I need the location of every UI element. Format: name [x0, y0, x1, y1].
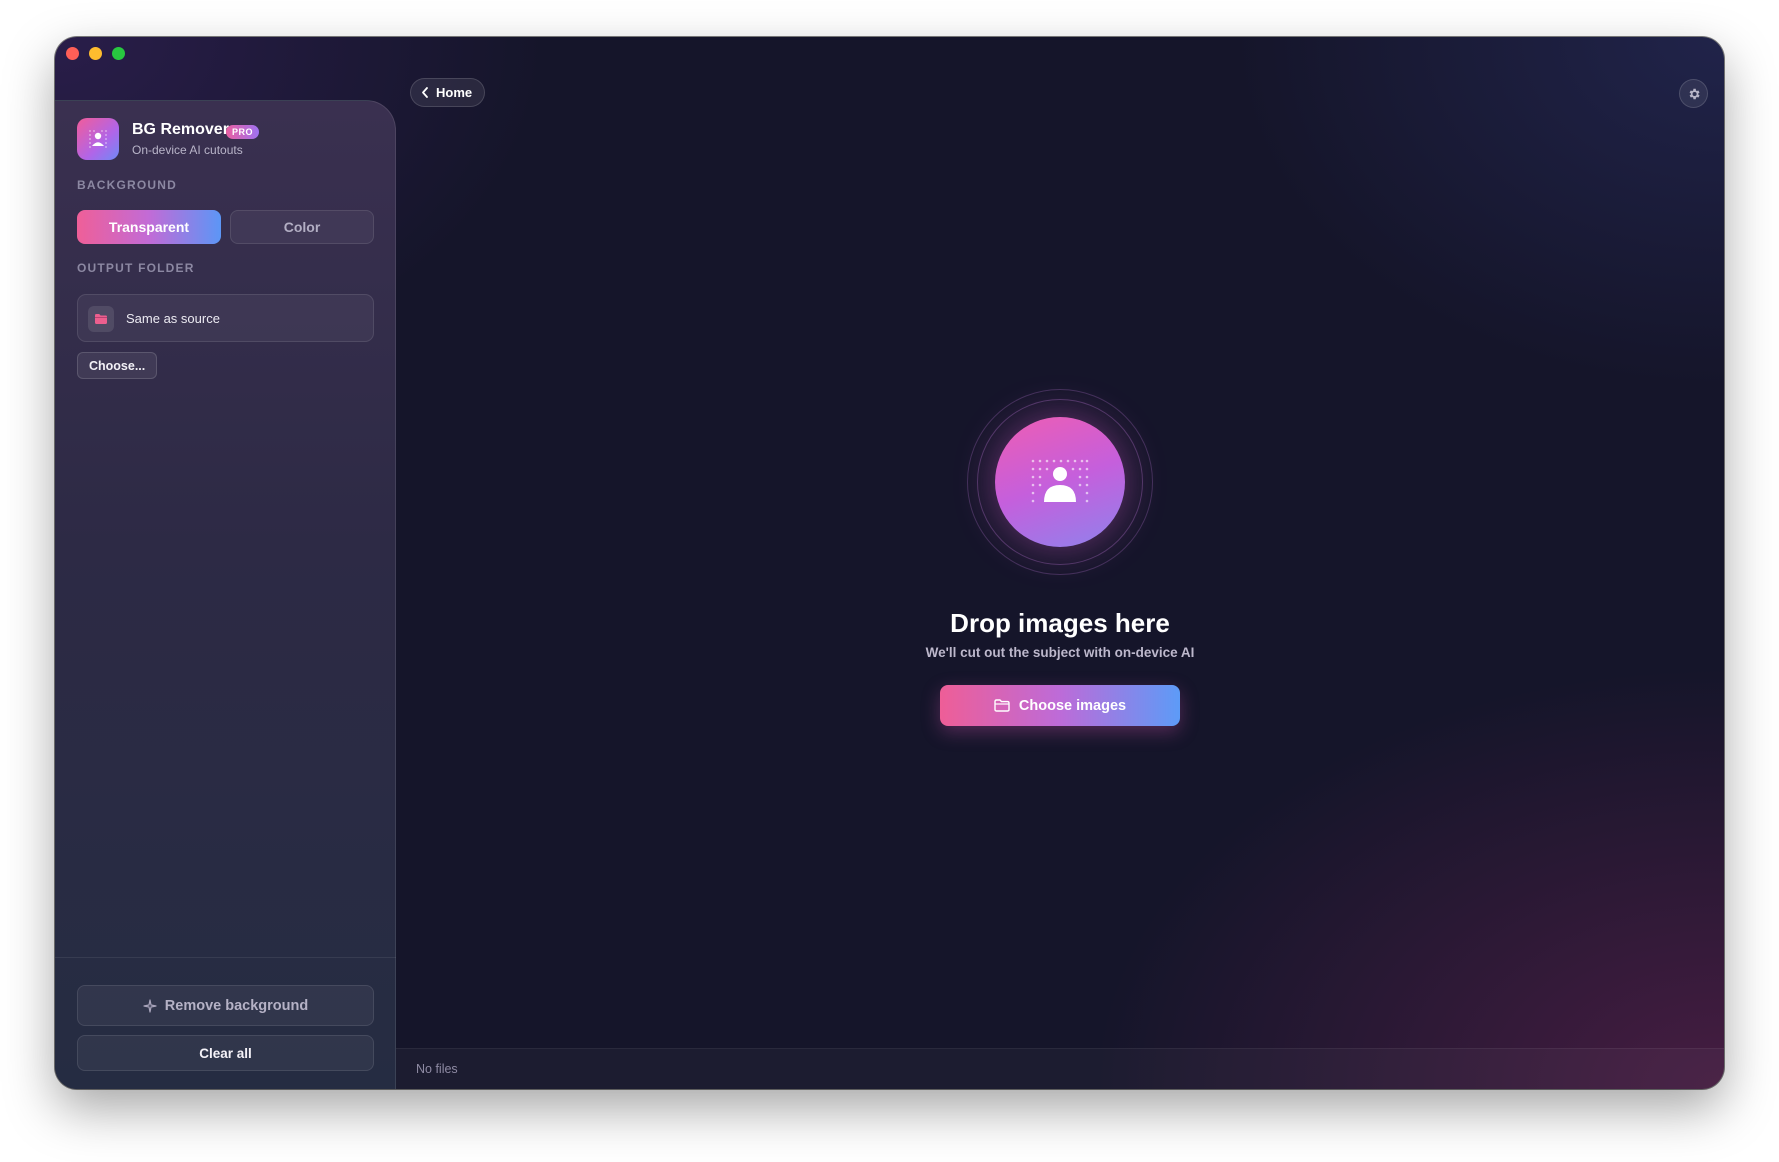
status-text: No files [416, 1062, 458, 1076]
remove-background-button[interactable]: Remove background [77, 985, 374, 1026]
sidebar-divider [55, 957, 396, 958]
clear-all-button[interactable]: Clear all [77, 1035, 374, 1071]
choose-images-button[interactable]: Choose images [940, 685, 1180, 726]
drop-zone-icon[interactable] [995, 417, 1125, 547]
person-cutout-icon [1031, 459, 1089, 503]
background-section-label: BACKGROUND [77, 178, 177, 192]
app-window: BG Remover PRO On-device AI cutouts BACK… [55, 37, 1724, 1089]
folder-icon [994, 699, 1010, 712]
home-button[interactable]: Home [410, 78, 486, 107]
background-transparent-option[interactable]: Transparent [77, 210, 221, 244]
status-bar: No files [396, 1048, 1724, 1089]
drop-subtitle: We'll cut out the subject with on-device… [925, 645, 1195, 660]
output-folder-section-label: OUTPUT FOLDER [77, 261, 195, 275]
home-label: Home [436, 85, 473, 100]
minimize-window-button[interactable] [89, 47, 102, 60]
window-controls [66, 47, 125, 60]
settings-button[interactable] [1679, 79, 1708, 108]
output-folder-field[interactable]: Same as source [77, 294, 374, 342]
app-name: BG Remover [132, 121, 229, 138]
app-subtitle: On-device AI cutouts [132, 143, 243, 157]
choose-images-label: Choose images [1018, 697, 1127, 714]
folder-icon [88, 306, 114, 332]
choose-folder-button[interactable]: Choose... [77, 352, 158, 379]
sparkle-icon [143, 998, 157, 1013]
sidebar: BG Remover PRO On-device AI cutouts BACK… [55, 100, 396, 1089]
chevron-left-icon [422, 87, 428, 98]
output-folder-value: Same as source [126, 311, 220, 326]
drop-title: Drop images here [950, 608, 1170, 638]
app-logo-icon [77, 118, 119, 160]
gear-icon [1689, 88, 1700, 99]
person-cutout-icon [89, 130, 107, 148]
close-window-button[interactable] [66, 47, 79, 60]
remove-background-label: Remove background [164, 997, 309, 1014]
background-color-option[interactable]: Color [230, 210, 374, 244]
pro-badge: PRO [226, 125, 260, 139]
zoom-window-button[interactable] [112, 47, 125, 60]
